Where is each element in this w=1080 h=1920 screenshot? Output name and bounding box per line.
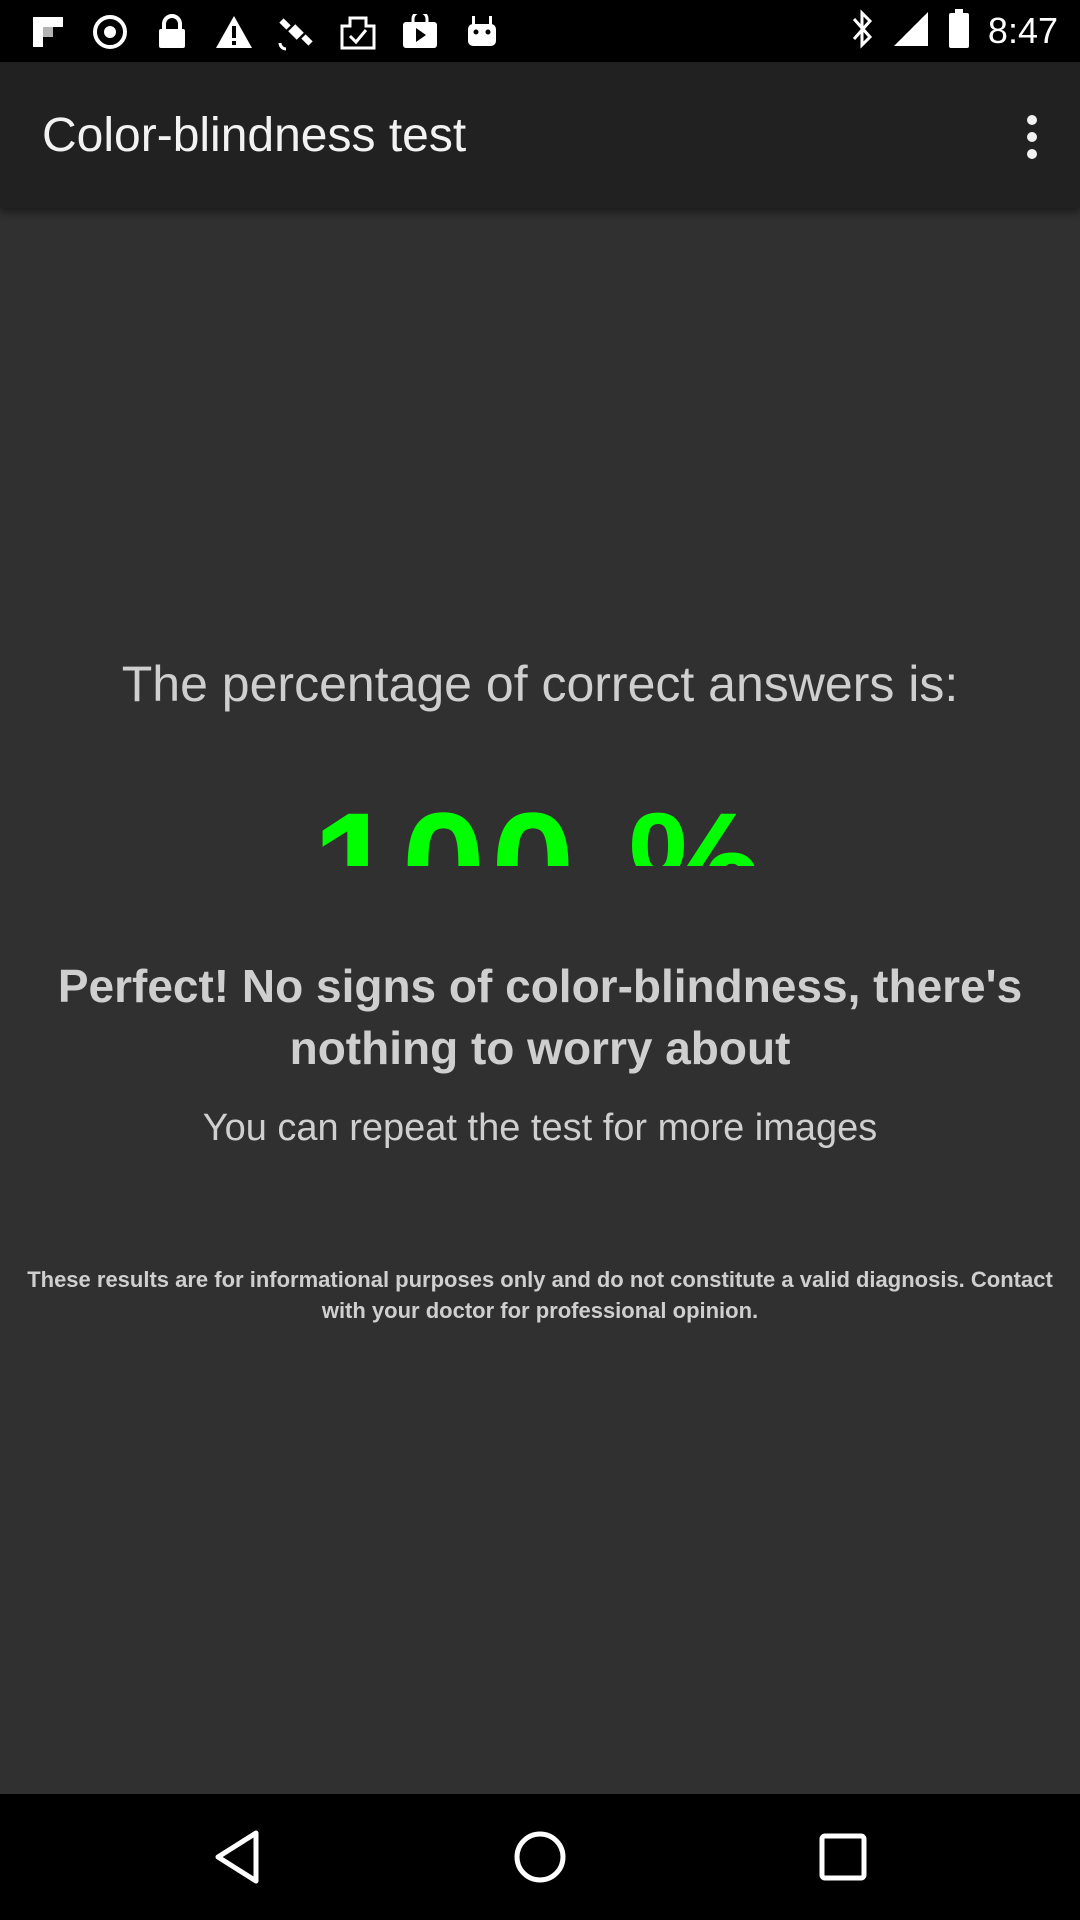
app-title: Color-blindness test <box>42 109 467 162</box>
home-icon <box>514 1831 566 1883</box>
clock: 8:47 <box>987 10 1058 51</box>
signal-icon <box>892 10 930 53</box>
warning-icon <box>212 12 256 52</box>
battery-icon <box>948 8 970 54</box>
score-value: 100 % <box>312 781 768 866</box>
screen: 8:47 Color-blindness test The percentage… <box>0 0 1080 1920</box>
more-vert-icon <box>1027 115 1037 159</box>
circle-p-icon <box>88 12 132 52</box>
navigation-bar <box>0 1794 1080 1920</box>
home-button[interactable] <box>507 1824 573 1890</box>
result-verdict: Perfect! No signs of color-blindness, th… <box>57 960 1023 1074</box>
fake-gps-satellite-icon <box>274 12 318 52</box>
recents-button[interactable] <box>810 1824 876 1890</box>
percentage-label: The percentage of correct answers is: <box>121 656 959 712</box>
recents-icon <box>819 1833 867 1881</box>
lock-icon <box>150 12 194 52</box>
repeat-hint: You can repeat the test for more images <box>202 1107 878 1149</box>
back-icon <box>215 1830 259 1884</box>
app-bar: Color-blindness test <box>0 62 1080 208</box>
score-container: 100 % <box>0 760 1080 866</box>
android-icon <box>460 12 504 52</box>
flipboard-icon <box>26 12 70 52</box>
system-status: 8:47 <box>850 8 1058 54</box>
play-store-icon <box>398 12 442 52</box>
checklist-icon <box>336 12 380 52</box>
status-bar: 8:47 <box>0 0 1080 62</box>
disclaimer: These results are for informational purp… <box>27 1267 1053 1323</box>
notification-icons <box>26 12 504 52</box>
bluetooth-icon <box>850 8 874 54</box>
overflow-menu-button[interactable] <box>1002 102 1062 172</box>
back-button[interactable] <box>204 1824 270 1890</box>
